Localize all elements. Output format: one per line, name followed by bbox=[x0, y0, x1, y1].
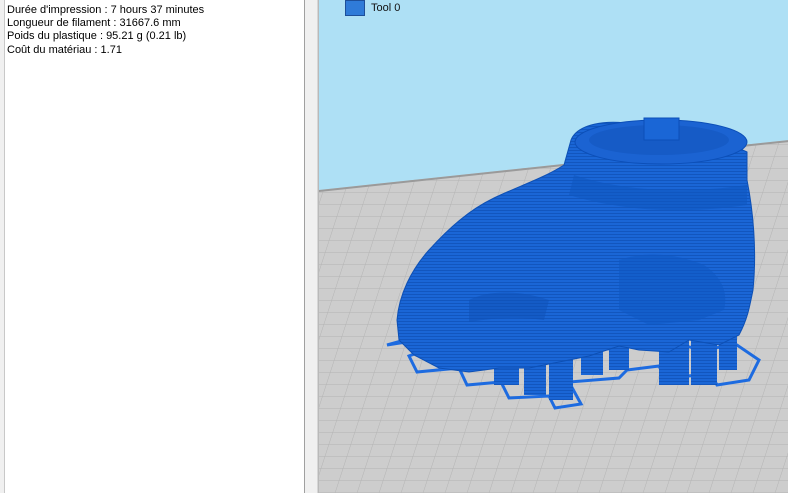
tool-legend: Tool 0 bbox=[345, 0, 400, 16]
panel-edge bbox=[0, 0, 5, 493]
print-stats: Durée d'impression : 7 hours 37 minutes … bbox=[7, 4, 204, 57]
panel-splitter[interactable] bbox=[305, 0, 318, 493]
material-cost-text: Coût du matériau : 1.71 bbox=[7, 43, 122, 56]
print-time-text: Durée d'impression : 7 hours 37 minutes bbox=[7, 4, 205, 16]
3d-viewport[interactable]: Tool 0 bbox=[318, 0, 788, 493]
tool-0-label: Tool 0 bbox=[371, 2, 401, 14]
model-side-detail bbox=[469, 292, 549, 322]
print-stats-panel: Durée d'impression : 7 hours 37 minutes … bbox=[0, 0, 305, 493]
tool-0-color-swatch bbox=[345, 0, 365, 16]
model-top-tab bbox=[643, 117, 680, 141]
filament-length-text: Longueur de filament : 31667.6 mm bbox=[7, 17, 181, 30]
plastic-weight-text: Poids du plastique : 95.21 g (0.21 lb) bbox=[7, 30, 187, 43]
viewport-scene[interactable] bbox=[319, 0, 788, 493]
